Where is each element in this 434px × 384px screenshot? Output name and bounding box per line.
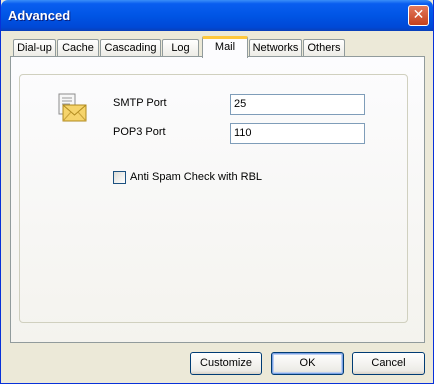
title-bar[interactable]: Advanced ✕ (1, 0, 433, 31)
antispam-label[interactable]: Anti Spam Check with RBL (130, 171, 262, 183)
tab-log[interactable]: Log (162, 39, 199, 57)
advanced-dialog: Advanced ✕ Dial-up Cache Cascading Log M… (0, 0, 434, 384)
pop3-port-label: POP3 Port (113, 126, 166, 138)
tab-networks[interactable]: Networks (249, 39, 302, 57)
antispam-checkbox[interactable] (113, 171, 126, 184)
ok-button[interactable]: OK (271, 352, 344, 375)
tab-dial-up[interactable]: Dial-up (13, 39, 56, 57)
pop3-port-input[interactable]: 110 (230, 123, 365, 144)
tab-mail[interactable]: Mail (202, 36, 248, 58)
close-icon[interactable]: ✕ (408, 5, 429, 26)
smtp-port-input[interactable]: 25 (230, 94, 365, 115)
mail-envelope-icon (58, 93, 87, 122)
cancel-button[interactable]: Cancel (352, 352, 425, 375)
window-title: Advanced (8, 8, 71, 23)
tab-cascading[interactable]: Cascading (100, 39, 161, 57)
tab-others[interactable]: Others (303, 39, 345, 57)
customize-button[interactable]: Customize (190, 352, 262, 375)
tab-cache[interactable]: Cache (57, 39, 99, 57)
smtp-port-label: SMTP Port (113, 97, 167, 109)
